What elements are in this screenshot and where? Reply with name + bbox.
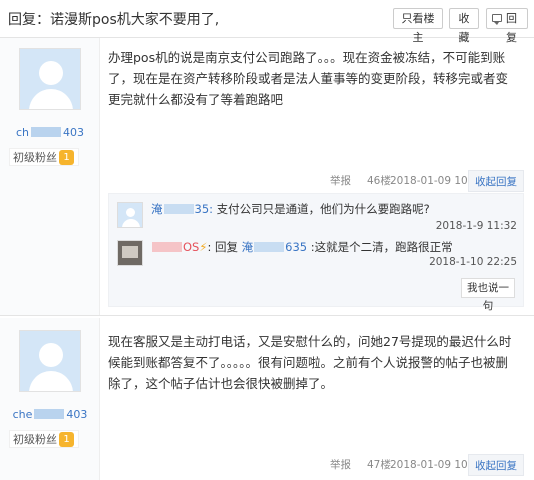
- sub-reply-time: 2018-1-9 11:32: [435, 220, 517, 232]
- thread-title: 回复：诺漫斯pos机大家不要用了,: [8, 12, 220, 28]
- avatar-head-icon: [39, 343, 63, 367]
- level-label: 初级粉丝: [13, 433, 57, 446]
- sub-reply-text: 支付公司只是通道，他们为什么要跑路呢?: [216, 202, 430, 216]
- report-link[interactable]: 举报: [330, 170, 351, 192]
- username[interactable]: che 403: [0, 408, 100, 421]
- avatar-body-icon: [29, 89, 73, 109]
- mini-avatar[interactable]: [117, 240, 143, 266]
- username[interactable]: ch 403: [0, 126, 100, 139]
- username-mask: [34, 409, 65, 419]
- comment-icon: [492, 14, 502, 25]
- avatar[interactable]: [19, 48, 81, 110]
- name-mask: [163, 204, 194, 214]
- name-prefix: 淹: [151, 202, 163, 216]
- reply-target-username[interactable]: 淹 635: [242, 240, 307, 254]
- level-star-icon: 1: [59, 432, 74, 447]
- post-meta: 举报 46楼 2018-01-09 10:54 收起回复: [0, 170, 534, 192]
- say-something-button[interactable]: 我也说一句: [461, 278, 515, 312]
- sub-reply-line: OS⚡: 回复 淹 635 :这就是个二清，跑路很正常: [151, 239, 453, 255]
- post-47: che 403 初级粉丝 1 现在客服又是主动打电话，又是安慰什么的，问她27号提…: [0, 318, 534, 480]
- level-star-icon: 1: [59, 150, 74, 165]
- name-prefix: 淹: [241, 240, 254, 254]
- level-badge: 初级粉丝 1: [9, 430, 79, 448]
- collapse-replies-button[interactable]: 收起回复: [468, 454, 524, 476]
- post-content: 现在客服又是主动打电话，又是安慰什么的，问她27号提现的最迟什么时候能到账都答复…: [108, 334, 512, 391]
- only-author-button[interactable]: 只看楼主: [393, 8, 443, 44]
- level-badge: 初级粉丝 1: [9, 148, 79, 166]
- sub-reply: 淹 35: 支付公司只是通道，他们为什么要跑路呢? 2018-1-9 11:32: [117, 200, 517, 234]
- sub-reply-text: :这就是个二清，跑路很正常: [310, 240, 453, 254]
- floor-number: 46楼: [367, 175, 391, 187]
- post-content: 办理pos机的说是南京支付公司跑路了。。。现在资金被冻结，不可能到账了，现在是在…: [108, 50, 509, 107]
- post-meta: 举报 47楼 2018-01-09 10:57 收起回复: [0, 454, 534, 476]
- avatar-body-icon: [122, 219, 140, 227]
- mini-avatar[interactable]: [117, 202, 143, 228]
- floor-number: 47楼: [367, 459, 391, 471]
- username-suffix: 403: [66, 408, 88, 421]
- sub-reply-line: 淹 35: 支付公司只是通道，他们为什么要跑路呢?: [151, 201, 430, 217]
- name-mask: [254, 242, 285, 252]
- post-46: ch 403 初级粉丝 1 办理pos机的说是南京支付公司跑路了。。。现在资金被冻…: [0, 38, 534, 316]
- sub-replies: 淹 35: 支付公司只是通道，他们为什么要跑路呢? 2018-1-9 11:32 …: [108, 193, 524, 312]
- collapse-replies-button[interactable]: 收起回复: [468, 170, 524, 192]
- avatar-photo-icon: [122, 246, 138, 258]
- avatar-body-icon: [29, 371, 73, 391]
- level-label: 初级粉丝: [13, 151, 57, 164]
- avatar-head-icon: [39, 61, 63, 85]
- name-suffix: 35:: [194, 202, 214, 216]
- name-suffix: OS: [183, 240, 200, 254]
- name-suffix: 635: [285, 240, 308, 254]
- avatar-head-icon: [126, 208, 135, 217]
- favorite-button[interactable]: 收藏: [449, 8, 479, 44]
- sub-reply-username[interactable]: OS: [151, 240, 199, 254]
- sub-reply-time: 2018-1-10 22:25: [429, 256, 517, 268]
- username-suffix: 403: [63, 126, 85, 139]
- username-prefix: ch: [15, 126, 30, 139]
- avatar[interactable]: [19, 330, 81, 392]
- sub-reply-username[interactable]: 淹 35:: [151, 202, 213, 216]
- username-prefix: che: [12, 408, 33, 421]
- reply-word: : 回复: [207, 240, 238, 254]
- sub-reply: OS⚡: 回复 淹 635 :这就是个二清，跑路很正常 2018-1-10 22:…: [117, 238, 517, 278]
- reply-button[interactable]: 回复: [486, 8, 528, 44]
- report-link[interactable]: 举报: [330, 454, 351, 476]
- username-mask: [31, 127, 62, 137]
- name-mask: [152, 242, 182, 252]
- thread-header: 回复：诺漫斯pos机大家不要用了, 只看楼主 收藏 回复: [0, 0, 534, 44]
